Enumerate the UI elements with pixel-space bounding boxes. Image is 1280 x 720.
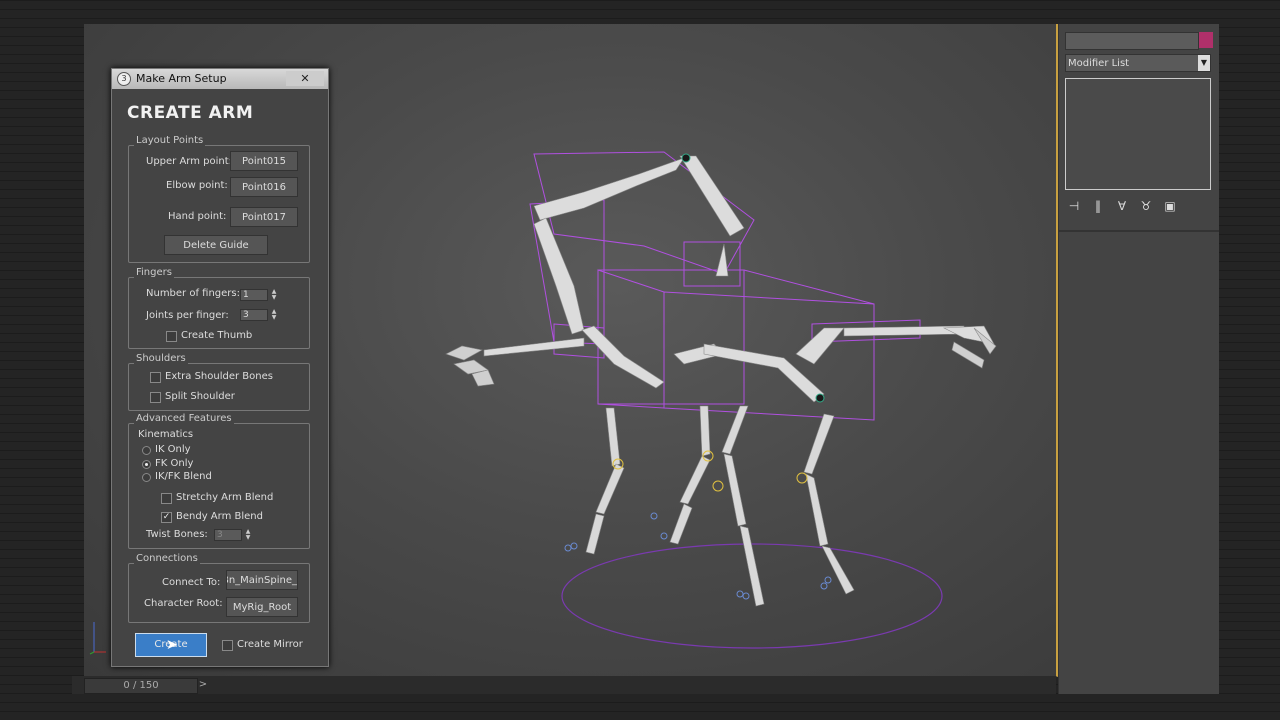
connect-to-label: Connect To: (162, 577, 221, 588)
leg-bones (585, 405, 855, 607)
make-arm-setup-dialog: 3 Make Arm Setup ✕ CREATE ARM Layout Poi… (111, 68, 329, 667)
max-app-icon: 3 (117, 72, 131, 86)
twist-bones-spinner[interactable]: 3 ▲ ▼ (214, 529, 254, 541)
elbow-point-button[interactable]: Point016 (230, 177, 298, 197)
remove-modifier-icon[interactable]: ♉ (1137, 199, 1155, 213)
axis-tripod-icon (88, 616, 108, 660)
joints-per-finger-field[interactable]: 3 (240, 309, 268, 321)
command-panel: Modifier List ▼ ⊣ ‖ ∀ ♉ ▣ (1058, 24, 1219, 694)
bendy-arm-blend-label: Bendy Arm Blend (176, 511, 263, 522)
configure-sets-icon[interactable]: ▣ (1161, 199, 1179, 213)
modifier-list-dropdown[interactable]: Modifier List ▼ (1065, 54, 1211, 72)
close-button[interactable]: ✕ (286, 71, 324, 86)
connect-to-button[interactable]: _Bn_MainSpine (226, 570, 298, 590)
spinner-arrows-icon[interactable]: ▲ ▼ (270, 309, 278, 321)
chevron-down-icon: ▼ (1198, 55, 1210, 71)
shoulders-label: Shoulders (134, 353, 188, 364)
bendy-arm-blend-checkbox[interactable]: ✓ (161, 512, 172, 523)
fingers-label: Fingers (134, 267, 174, 278)
upper-arm-label: Upper Arm point: (146, 156, 233, 167)
fk-only-label: FK Only (155, 458, 194, 469)
joints-per-finger-spinner[interactable]: 3 ▲ ▼ (240, 309, 280, 321)
advanced-features-label: Advanced Features (134, 413, 234, 424)
shoulder-node (681, 153, 691, 163)
extra-shoulder-bones-label: Extra Shoulder Bones (165, 371, 273, 382)
character-root-button[interactable]: MyRig_Root (226, 597, 298, 617)
spinner-arrows-icon[interactable]: ▲ ▼ (270, 289, 278, 301)
create-mirror-label: Create Mirror (237, 639, 303, 650)
object-name-field[interactable] (1065, 32, 1199, 50)
make-unique-icon[interactable]: ∀ (1113, 199, 1131, 213)
arm-bones (483, 155, 995, 403)
twist-bones-label: Twist Bones: (146, 529, 208, 540)
next-frame-button[interactable]: > (196, 678, 210, 692)
extra-shoulder-bones-checkbox[interactable] (150, 372, 161, 383)
modifier-stack[interactable] (1065, 78, 1211, 190)
mouse-cursor-icon: ➤ (166, 637, 178, 653)
create-thumb-label: Create Thumb (181, 330, 253, 341)
ik-markers (612, 450, 808, 492)
fk-only-radio[interactable] (142, 460, 151, 469)
modifier-list-label: Modifier List (1068, 58, 1130, 69)
delete-guide-button[interactable]: Delete Guide (164, 235, 268, 255)
kinematics-label: Kinematics (138, 429, 194, 440)
time-slider-bar: 0 / 150 > (72, 676, 1056, 694)
hand-point-button[interactable]: Point017 (230, 207, 298, 227)
dialog-heading: CREATE ARM (127, 103, 254, 123)
ik-only-radio[interactable] (142, 446, 151, 455)
pin-stack-icon[interactable]: ⊣ (1065, 199, 1083, 213)
number-of-fingers-field[interactable]: 1 (240, 289, 268, 301)
stretchy-arm-blend-label: Stretchy Arm Blend (176, 492, 274, 503)
time-slider[interactable]: 0 / 150 (84, 678, 198, 694)
twist-bones-field[interactable]: 3 (214, 529, 242, 541)
upper-arm-point-button[interactable]: Point015 (230, 151, 298, 171)
spine-node (815, 393, 825, 403)
ikfk-blend-radio[interactable] (142, 473, 151, 482)
connections-label: Connections (134, 553, 200, 564)
split-shoulder-label: Split Shoulder (165, 391, 235, 402)
create-thumb-checkbox[interactable] (166, 331, 177, 342)
hand-label: Hand point: (168, 211, 227, 222)
spinner-arrows-icon[interactable]: ▲ ▼ (244, 529, 252, 541)
dialog-title: Make Arm Setup (136, 72, 227, 85)
character-root-label: Character Root: (144, 598, 223, 609)
stretchy-arm-blend-checkbox[interactable] (161, 493, 172, 504)
object-color-swatch[interactable] (1199, 32, 1213, 48)
split-shoulder-checkbox[interactable] (150, 392, 161, 403)
elbow-label: Elbow point: (166, 180, 228, 191)
dialog-titlebar[interactable]: 3 Make Arm Setup ✕ (112, 69, 328, 89)
stack-toolbar: ⊣ ‖ ∀ ♉ ▣ (1065, 196, 1215, 216)
ikfk-blend-label: IK/FK Blend (155, 471, 212, 482)
ik-only-label: IK Only (155, 444, 191, 455)
joints-per-finger-label: Joints per finger: (146, 310, 229, 321)
panel-divider (1059, 230, 1219, 232)
number-of-fingers-label: Number of fingers: (146, 288, 240, 299)
show-end-result-icon[interactable]: ‖ (1089, 199, 1107, 213)
foot-markers (564, 512, 832, 600)
create-mirror-checkbox[interactable] (222, 640, 233, 651)
layout-points-label: Layout Points (134, 135, 206, 146)
number-of-fingers-spinner[interactable]: 1 ▲ ▼ (240, 289, 280, 301)
